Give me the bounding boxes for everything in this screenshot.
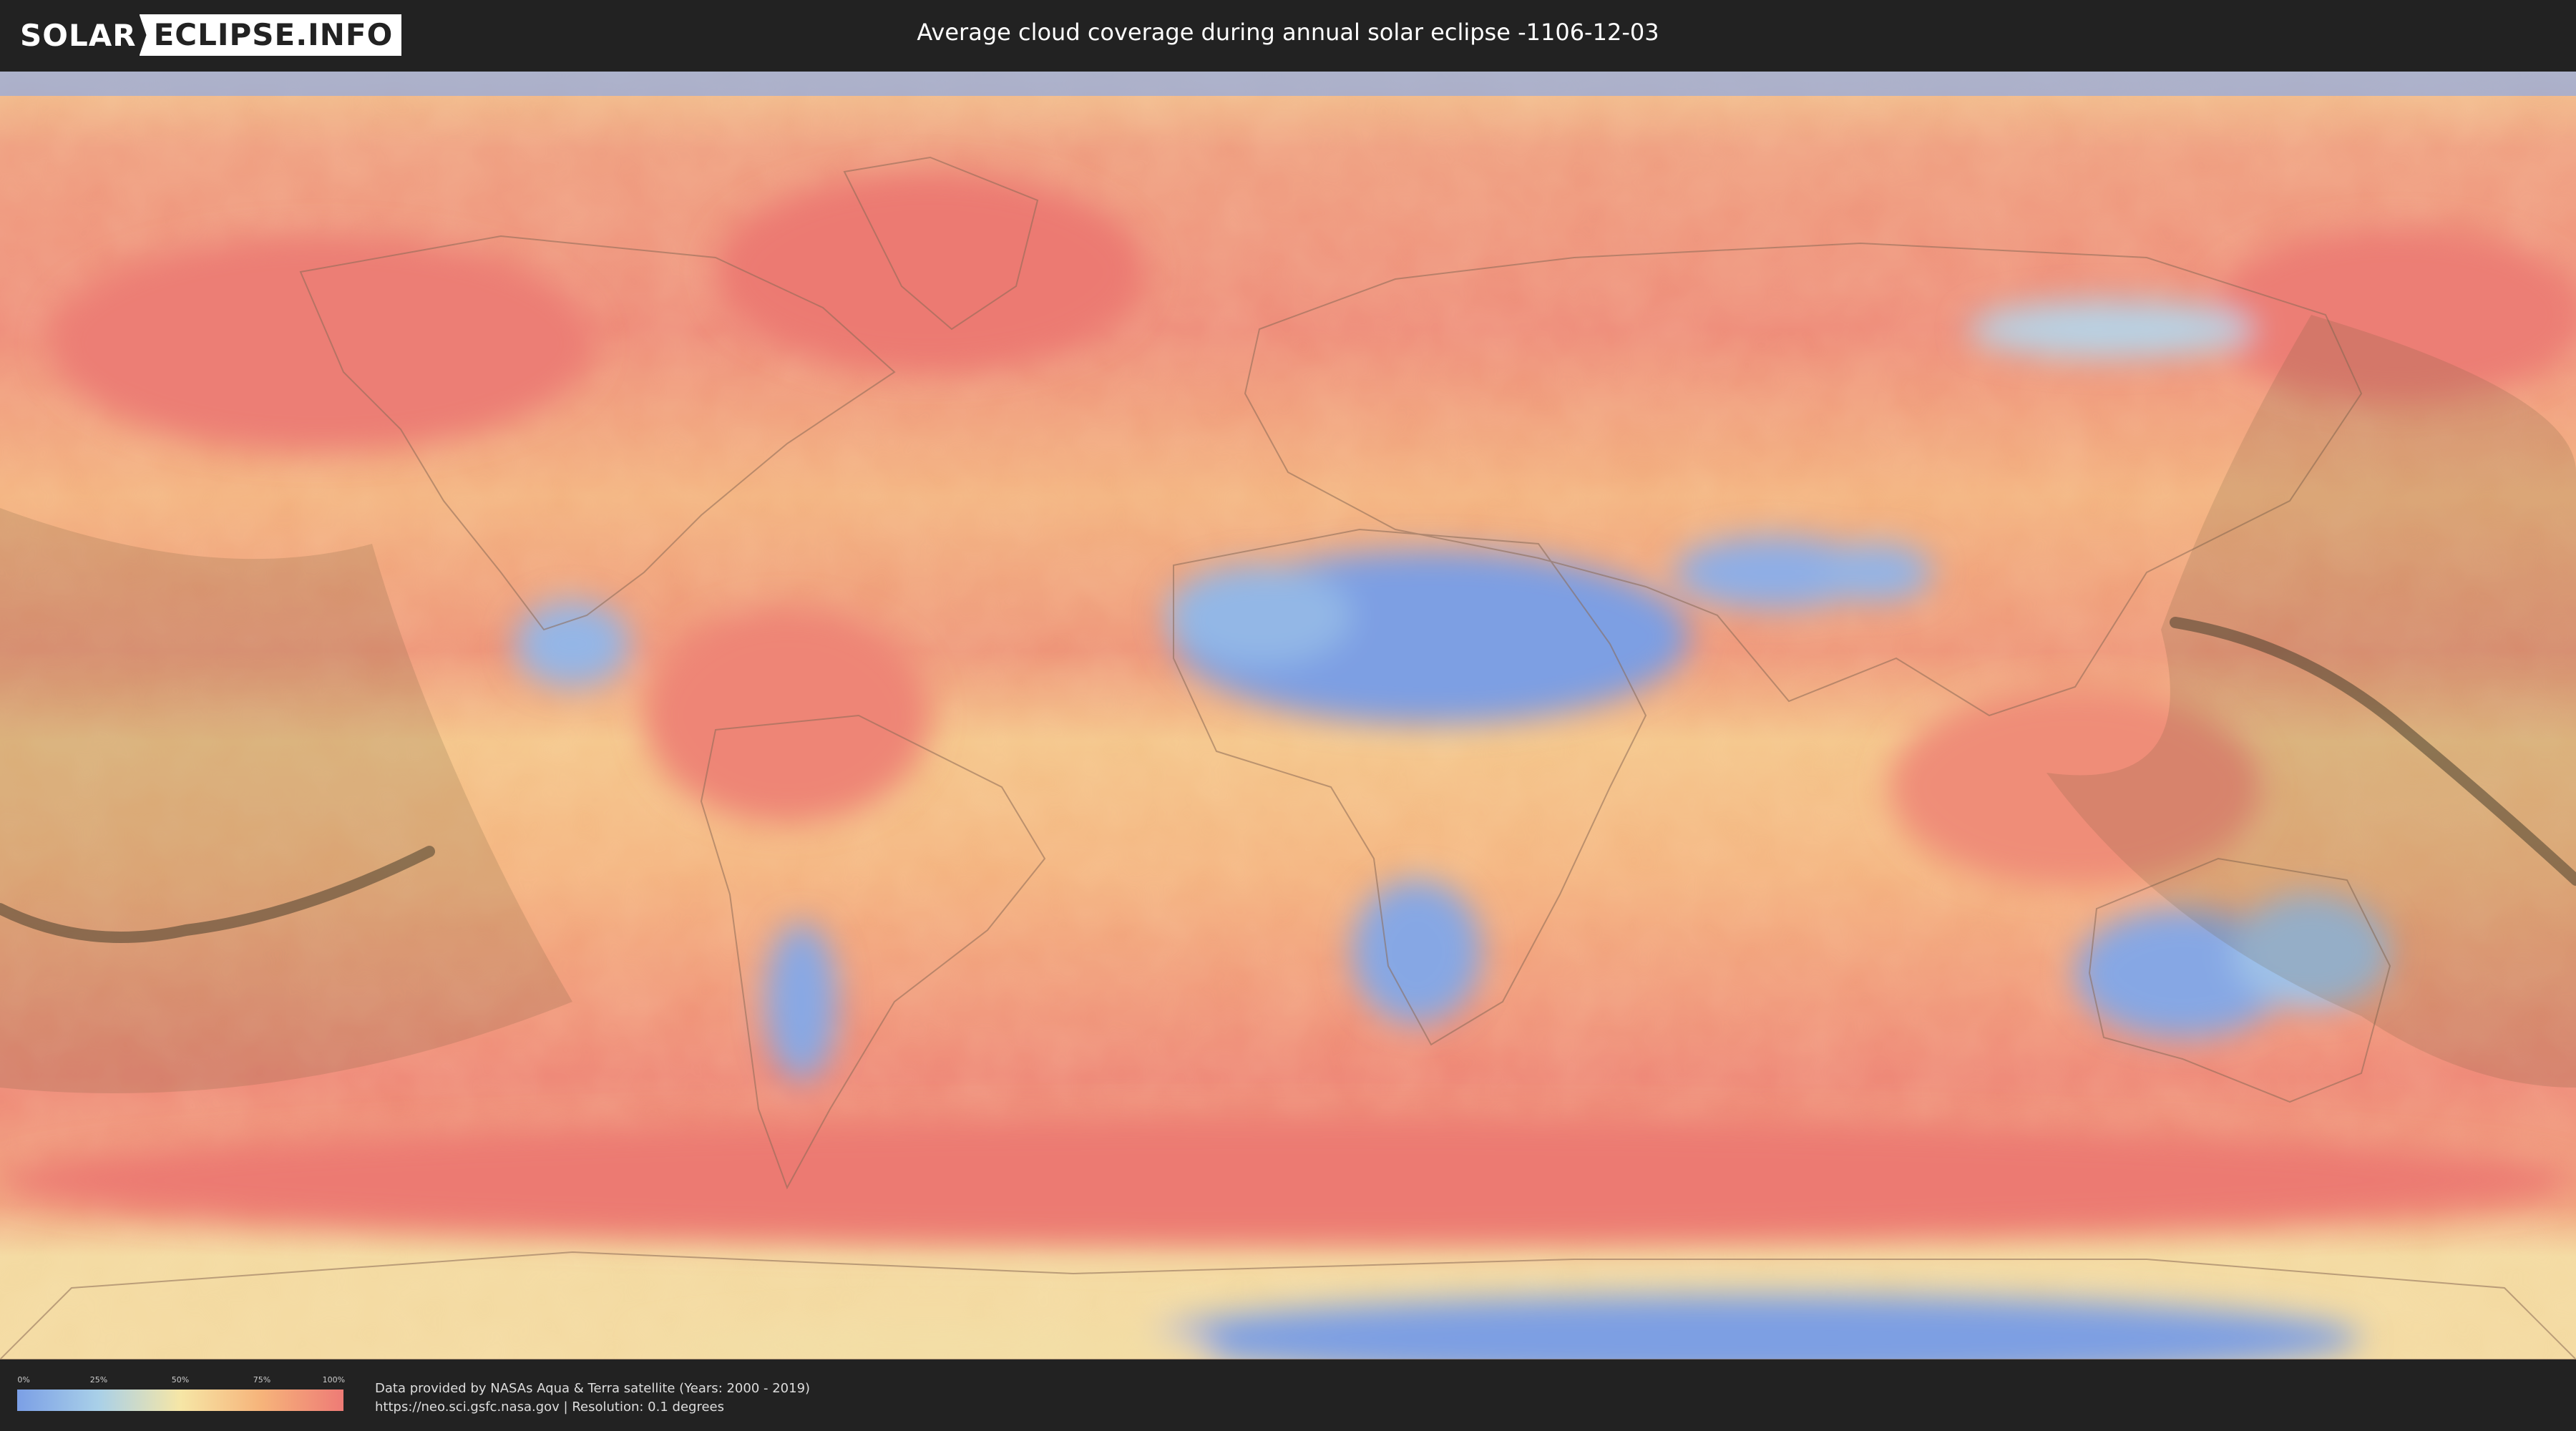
legend-color-bar [17,1390,343,1411]
cloud-coverage-map[interactable] [0,72,2576,1359]
data-source-text: Data provided by NASAs Aqua & Terra sate… [375,1379,810,1417]
source-line-1: Data provided by NASAs Aqua & Terra sate… [375,1381,811,1396]
legend-tick-25: 25% [89,1375,108,1384]
legend-tick-50: 50% [171,1375,190,1384]
legend-tick-0: 0% [17,1375,30,1384]
polar-band-north [0,72,2576,96]
legend-ticks: 0% 25% 50% 75% 100% [17,1375,346,1385]
legend-tick-100: 100% [322,1375,346,1384]
header-bar: SOLAR ECLIPSE.INFO Average cloud coverag… [0,0,2576,72]
source-line-2[interactable]: https://neo.sci.gsfc.nasa.gov | Resoluti… [375,1398,810,1417]
page-title: Average cloud coverage during annual sol… [917,19,1659,46]
map-svg [0,72,2576,1359]
legend-tick-75: 75% [253,1375,271,1384]
cloud-coverage-legend: 0% 25% 50% 75% 100% [17,1375,346,1411]
footer-bar: 0% 25% 50% 75% 100% Data provided by NAS… [0,1359,2576,1431]
